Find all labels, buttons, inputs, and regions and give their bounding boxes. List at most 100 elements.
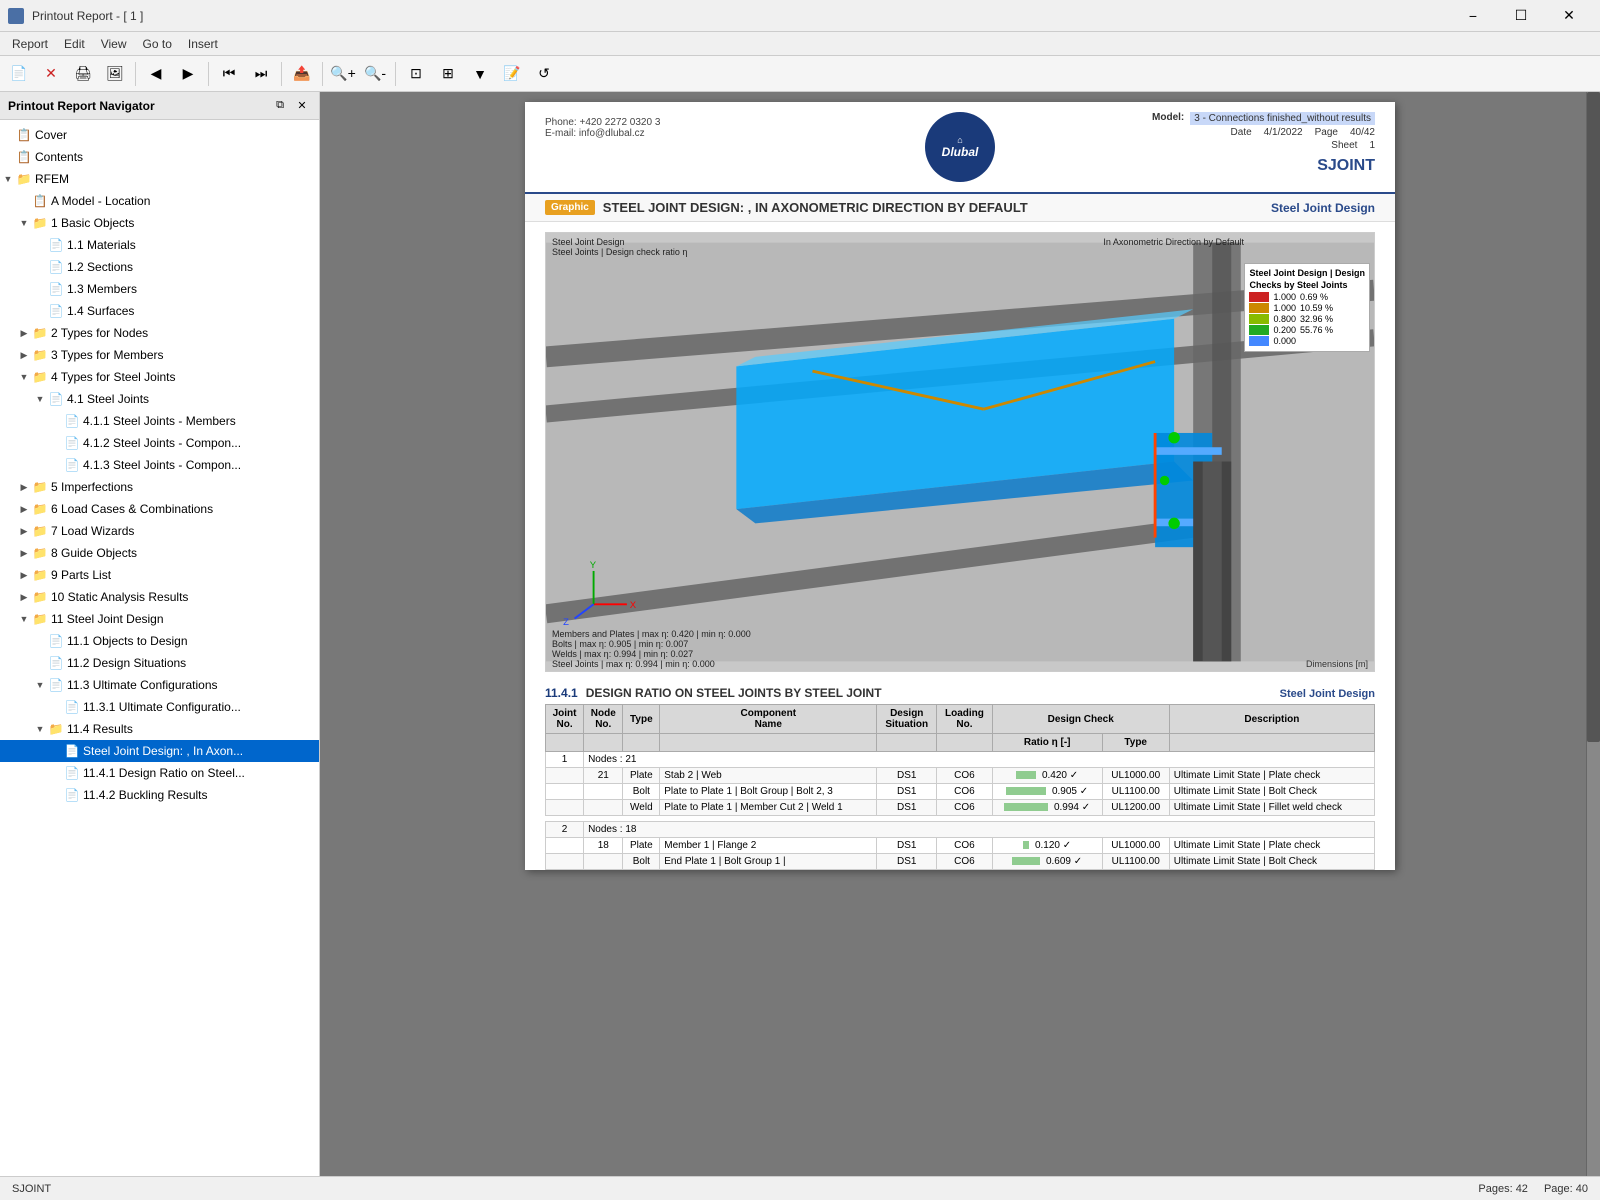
legend-color-4 [1249,336,1269,346]
expander-4-1: ▼ [32,391,48,407]
svg-text:Z: Z [563,617,569,628]
toolbar-refresh[interactable]: ↺ [529,60,559,88]
tree-item-9[interactable]: ▶ 📁 9 Parts List [0,564,319,586]
tree-item-11-3[interactable]: ▼ 📄 11.3 Ultimate Configurations [0,674,319,696]
icon-2: 📁 [32,325,48,341]
tree-item-11-4-1[interactable]: 📄 11.4.1 Design Ratio on Steel... [0,762,319,784]
tree-item-3[interactable]: ▶ 📁 3 Types for Members [0,344,319,366]
expander-9: ▶ [16,567,32,583]
toolbar-nav-first[interactable]: ⏮ [214,60,244,88]
scrollbar-track[interactable] [1586,92,1600,1176]
tree-item-4-1-1[interactable]: 📄 4.1.1 Steel Joints - Members [0,410,319,432]
cell-nb [584,784,623,800]
toolbar-nav-last[interactable]: ⏭ [246,60,276,88]
tree-item-a-model[interactable]: 📋 A Model - Location [0,190,319,212]
toolbar-fit-width[interactable]: ⊞ [433,60,463,88]
tree-item-11-4-current[interactable]: 📄 Steel Joint Design: , In Axon... [0,740,319,762]
tree-item-8[interactable]: ▶ 📁 8 Guide Objects [0,542,319,564]
tree-item-4-1-3[interactable]: 📄 4.1.3 Steel Joints - Compon... [0,454,319,476]
navigator-panel: Printout Report Navigator ⧉ ✕ 📋 Cover 📋 … [0,92,320,1176]
icon-rfem: 📁 [16,171,32,187]
navigator-tree[interactable]: 📋 Cover 📋 Contents ▼ 📁 RFEM 📋 A Model - … [0,120,319,1176]
tree-item-4[interactable]: ▼ 📁 4 Types for Steel Joints [0,366,319,388]
label-contents: Contents [35,150,83,164]
tree-item-10[interactable]: ▶ 📁 10 Static Analysis Results [0,586,319,608]
tree-item-6[interactable]: ▶ 📁 6 Load Cases & Combinations [0,498,319,520]
nav-close-button[interactable]: ✕ [293,97,311,115]
menu-view[interactable]: View [93,35,135,53]
toolbar-display-opts[interactable]: ▼ [465,60,495,88]
tree-item-4-1-2[interactable]: 📄 4.1.2 Steel Joints - Compon... [0,432,319,454]
tree-item-1-3[interactable]: 📄 1.3 Members [0,278,319,300]
icon-11-4-1: 📄 [64,765,80,781]
close-button[interactable]: ✕ [1546,1,1592,31]
toolbar-delete[interactable]: ✕ [36,60,66,88]
tree-item-contents[interactable]: 📋 Contents [0,146,319,168]
tree-item-1-2[interactable]: 📄 1.2 Sections [0,256,319,278]
scrollbar-thumb[interactable] [1587,92,1600,742]
tree-item-cover[interactable]: 📋 Cover [0,124,319,146]
toolbar-print[interactable]: 🖨 [68,60,98,88]
tree-item-11-3-1[interactable]: 📄 11.3.1 Ultimate Configuratio... [0,696,319,718]
page-header: Phone: +420 2272 0320 3 E-mail: info@dlu… [525,102,1395,194]
minimize-button[interactable]: − [1450,1,1496,31]
menu-edit[interactable]: Edit [56,35,93,53]
toolbar-zoom-in[interactable]: 🔍+ [328,60,358,88]
tree-item-11-4-2[interactable]: 📄 11.4.2 Buckling Results [0,784,319,806]
toolbar-nav-forward[interactable]: ▶ [173,60,203,88]
icon-3: 📁 [32,347,48,363]
icon-10: 📁 [32,589,48,605]
tree-item-4-1[interactable]: ▼ 📄 4.1 Steel Joints [0,388,319,410]
expander-4: ▼ [16,369,32,385]
tree-item-11-4[interactable]: ▼ 📁 11.4 Results [0,718,319,740]
status-page: Page: 40 [1544,1183,1588,1195]
label-11-2: 11.2 Design Situations [67,656,186,670]
table-section-num: 11.4.1 [545,686,578,700]
cell-j1w [546,800,584,816]
tree-item-11-2[interactable]: 📄 11.2 Design Situations [0,652,319,674]
tree-item-7[interactable]: ▶ 📁 7 Load Wizards [0,520,319,542]
tree-item-1-1[interactable]: 📄 1.1 Materials [0,234,319,256]
tree-item-5[interactable]: ▶ 📁 5 Imperfections [0,476,319,498]
icon-7: 📁 [32,523,48,539]
menu-goto[interactable]: Go to [135,35,180,53]
expander-7: ▶ [16,523,32,539]
window-controls: − ☐ ✕ [1450,1,1592,31]
expander-11-2 [32,655,48,671]
menu-insert[interactable]: Insert [180,35,226,53]
label-1-basic: 1 Basic Objects [51,216,134,230]
maximize-button[interactable]: ☐ [1498,1,1544,31]
menu-report[interactable]: Report [4,35,56,53]
expander-1-2 [32,259,48,275]
toolbar-text-opts[interactable]: 📝 [497,60,527,88]
tree-item-11[interactable]: ▼ 📁 11 Steel Joint Design [0,608,319,630]
navigator-header: Printout Report Navigator ⧉ ✕ [0,92,319,120]
expander-11-4-c [48,743,64,759]
toolbar-zoom-out[interactable]: 🔍- [360,60,390,88]
legend-row-4: 0.000 [1249,336,1365,346]
toolbar-print-preview[interactable]: 🖼 [100,60,130,88]
label-4: 4 Types for Steel Joints [51,370,176,384]
cell-type-bolt1: Bolt [623,784,660,800]
cell-comp-bolt: Plate to Plate 1 | Bolt Group | Bolt 2, … [660,784,877,800]
legend-subtitle: Checks by Steel Joints [1249,280,1365,290]
window-title: Printout Report - [ 1 ] [32,9,143,23]
toolbar-nav-back[interactable]: ◀ [141,60,171,88]
sep1 [135,62,136,86]
tree-item-2[interactable]: ▶ 📁 2 Types for Nodes [0,322,319,344]
tree-item-rfem[interactable]: ▼ 📁 RFEM [0,168,319,190]
sep4 [322,62,323,86]
toolbar-new[interactable]: 📄 [4,60,34,88]
toolbar-export[interactable]: 📤 [287,60,317,88]
nav-float-button[interactable]: ⧉ [271,97,289,115]
toolbar-fit-page[interactable]: ⊡ [401,60,431,88]
tree-item-11-1[interactable]: 📄 11.1 Objects to Design [0,630,319,652]
legend-val-2: 0.800 [1273,314,1296,324]
tree-item-1-4[interactable]: 📄 1.4 Surfaces [0,300,319,322]
content-scroll[interactable]: Phone: +420 2272 0320 3 E-mail: info@dlu… [320,92,1600,1176]
ratio-bar-609 [1012,857,1040,865]
label-11-3-1: 11.3.1 Ultimate Configuratio... [83,700,241,714]
cell-j2b [546,854,584,870]
nav-header-controls: ⧉ ✕ [271,97,311,115]
tree-item-1-basic[interactable]: ▼ 📁 1 Basic Objects [0,212,319,234]
